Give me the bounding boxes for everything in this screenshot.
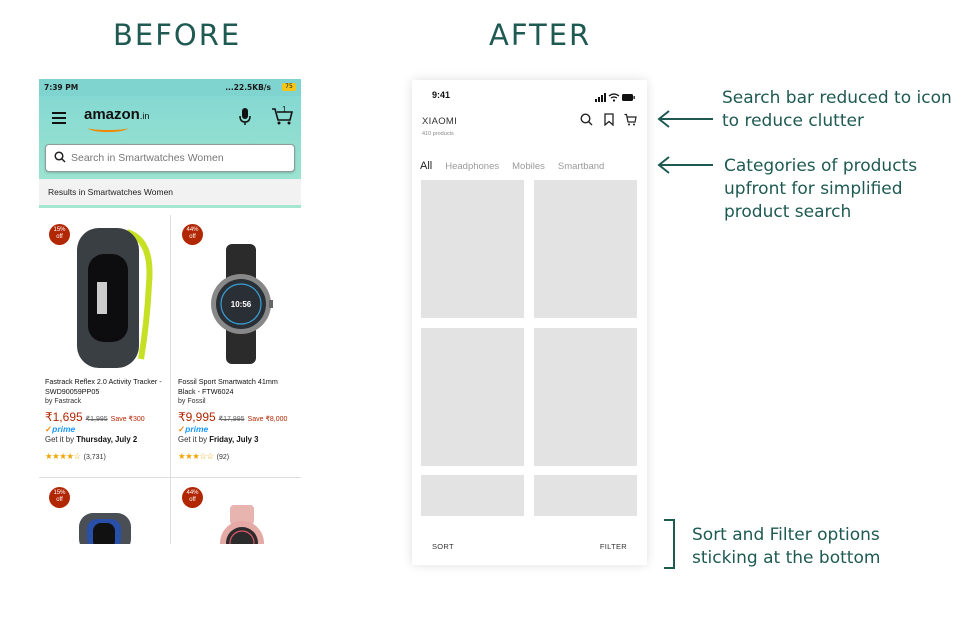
delivery-date: Friday, July 3: [209, 435, 259, 444]
product-placeholder-tile[interactable]: [534, 328, 637, 466]
stars-icon: ★★★☆☆: [178, 451, 214, 461]
discount-badge: 15% off: [49, 487, 70, 508]
delivery-date: Thursday, July 2: [76, 435, 138, 444]
battery-icon: [622, 94, 635, 101]
discount-badge: 44% off: [182, 224, 203, 245]
mrp-value: ₹1,995: [85, 416, 108, 423]
brand-title: XIAOMI: [422, 116, 458, 127]
badge-percent: 44%: [186, 490, 199, 496]
note-line: to reduce clutter: [722, 111, 864, 131]
price-value: ₹9,995: [178, 410, 216, 424]
badge-off: off: [189, 497, 196, 503]
note-line: product search: [724, 202, 852, 222]
status-time: 9:41: [432, 90, 451, 100]
smartwatch-image: 10:56: [211, 244, 273, 364]
save-value: Save ₹300: [110, 416, 145, 423]
save-value: Save ₹8,000: [247, 416, 288, 423]
header-actions: [574, 113, 637, 131]
sort-button[interactable]: SORT: [432, 542, 454, 551]
sort-filter-bar: SORT FILTER: [412, 516, 647, 565]
status-icons: [595, 89, 635, 107]
product-card[interactable]: 44% off 10:56 Fossil Sport Smartwatch 41m…: [172, 79, 300, 479]
arrow-left-icon: [657, 156, 713, 174]
product-placeholder-tile[interactable]: [421, 475, 524, 520]
badge-off: off: [189, 234, 196, 240]
after-heading: AFTER: [489, 18, 592, 52]
product-card[interactable]: 15% off: [39, 479, 167, 544]
tab-smartband[interactable]: Smartband: [558, 161, 604, 172]
rating-count: (92): [216, 454, 230, 461]
product-count: 410 products: [422, 131, 454, 137]
prime-label: prime: [52, 424, 76, 434]
bracket-icon: [664, 519, 675, 569]
prime-badge: ✓prime: [45, 424, 76, 434]
product-placeholder-tile[interactable]: [421, 328, 524, 466]
product-title[interactable]: Fossil Sport Smartwatch 41mm Black - FTW…: [178, 377, 296, 397]
note-sort-filter: Sort and Filter options sticking at the …: [692, 524, 880, 570]
category-tabs: All Headphones Mobiles Smartband: [420, 156, 647, 172]
delivery-prefix: Get it by: [45, 435, 77, 444]
after-screen: 9:41 XIAOMI 410 products All Headphones Mo…: [412, 80, 647, 565]
note-categories: Categories of products upfront for simpl…: [724, 155, 917, 224]
product-placeholder-tile[interactable]: [421, 180, 524, 318]
signal-icon: [595, 93, 606, 102]
note-line: upfront for simplified: [724, 179, 903, 199]
tab-mobiles[interactable]: Mobiles: [512, 161, 545, 172]
before-screen: 7:39 PM ...22.5KB/s 75 amazon.in 1 Searc…: [39, 79, 301, 544]
cart-icon[interactable]: [624, 113, 637, 131]
star-rating[interactable]: ★★★★☆ (3,731): [45, 451, 106, 462]
delivery-prefix: Get it by: [178, 435, 210, 444]
watch-face-time: 10:56: [231, 300, 252, 309]
badge-percent: 44%: [186, 227, 199, 233]
note-line: Search bar reduced to icon: [722, 88, 952, 108]
tab-all[interactable]: All: [420, 160, 432, 172]
tab-headphones[interactable]: Headphones: [445, 161, 499, 172]
delivery-info: Get it by Friday, July 3: [178, 435, 258, 444]
product-placeholder-tile[interactable]: [534, 180, 637, 318]
price-value: ₹1,695: [45, 410, 83, 424]
note-line: sticking at the bottom: [692, 548, 881, 568]
product-brand: by Fastrack: [45, 398, 82, 405]
prime-label: prime: [185, 424, 209, 434]
product-card[interactable]: 44% off: [172, 479, 300, 544]
rating-count: (3,731): [83, 454, 106, 461]
product-price: ₹1,695 ₹1,995 Save ₹300: [45, 410, 145, 424]
fitness-band-image: [79, 513, 131, 544]
filter-button[interactable]: FILTER: [600, 542, 627, 551]
note-line: Sort and Filter options: [692, 525, 880, 545]
badge-off: off: [56, 234, 63, 240]
wifi-icon: [608, 93, 620, 102]
smartwatch-image: [220, 505, 264, 544]
product-card[interactable]: 15% off Fastrack Reflex 2.0 Activity Trac…: [39, 79, 167, 479]
note-line: Categories of products: [724, 156, 918, 176]
product-brand: by Fossil: [178, 398, 206, 405]
badge-percent: 15%: [53, 490, 66, 496]
star-rating[interactable]: ★★★☆☆ (92): [178, 451, 229, 462]
prime-badge: ✓prime: [178, 424, 209, 434]
stars-icon: ★★★★☆: [45, 451, 81, 461]
badge-percent: 15%: [53, 227, 66, 233]
discount-badge: 15% off: [49, 224, 70, 245]
delivery-info: Get it by Thursday, July 2: [45, 435, 137, 444]
before-heading: BEFORE: [113, 18, 242, 52]
arrow-left-icon: [657, 110, 713, 128]
grid-divider: [170, 215, 171, 544]
product-price: ₹9,995 ₹17,995 Save ₹8,000: [178, 410, 287, 424]
note-search: Search bar reduced to icon to reduce clu…: [722, 87, 952, 133]
product-title[interactable]: Fastrack Reflex 2.0 Activity Tracker - S…: [45, 377, 163, 397]
badge-off: off: [56, 497, 63, 503]
fitness-band-image: [77, 228, 153, 368]
product-placeholder-tile[interactable]: [534, 475, 637, 520]
mrp-value: ₹17,995: [218, 416, 245, 423]
bookmark-icon[interactable]: [603, 113, 614, 131]
discount-badge: 44% off: [182, 487, 203, 508]
search-icon[interactable]: [580, 113, 593, 131]
